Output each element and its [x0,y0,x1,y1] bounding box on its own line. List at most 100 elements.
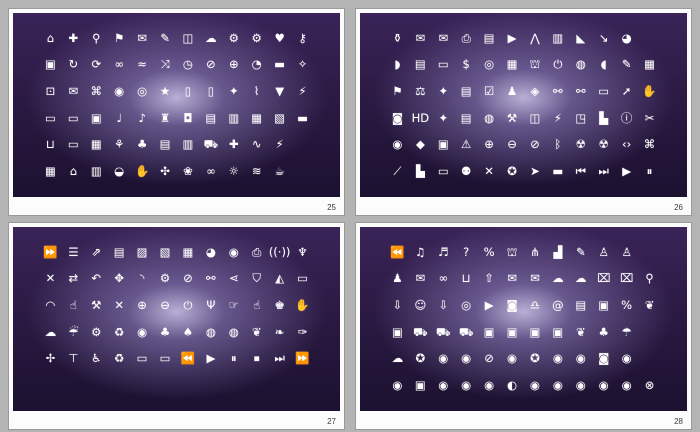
command-icon: ⌘ [643,137,656,152]
no-entry-icon: ⊘ [183,271,193,286]
institution-icon: ⛫ [506,244,518,259]
rewind-button-icon: ⏪ [180,351,196,366]
wave-icon: ≈ [137,57,147,72]
slide-thumbnail[interactable]: ⏪ ♫ ♬?% ⛫ ⋔ ▟ ✎ ♙ ♙ ♟ ✉ ∞ ⊔ ⇧ ✉ ✉ ☁ ☁ ⌧ ⌧ ⚲ ⇩ ☺ ⇩ ◎ ▶ ◙ ♎ @ ▤ ▣% ❦ ▣ ⛟ ⛟ ⛟ ▣… [355,222,692,430]
leaf-icon: ❦ [251,324,262,339]
bullseye-icon: ◎ [137,83,148,98]
tshirt-icon: ▼ [275,83,285,98]
city-icon: ▙ [415,163,425,178]
contact-book-icon: ▣ [437,137,449,152]
document-icon: ▤ [414,57,426,72]
drive-icon: ▬ [552,163,564,178]
building-icon: ▥ [90,163,102,178]
cart-empty-icon: ⛟ [458,324,474,339]
icon-grid: ⚱ ✉ ✉ ⎙ ▤ ▶ ⋀ ▥ ◣ ↘ ◕ ◗ ▤ ▭ $ ◎ ▦ ⛫ ⏻ ◍ ◖ ✎ ▦ ⚑ ⚖ ✦ ▤ ☑ ♟ ◈ ⚯ ⚯ ▭ ➚ ✋ ◙ HD ✦ ▤… [386,25,661,185]
battery-icon: ▭ [67,137,79,152]
recycle-icon: ♻ [114,324,125,339]
music-note-icon: ♪ [138,110,146,125]
cursor-icon: ➚ [621,83,632,98]
wifi-icon: ◠ [45,297,56,312]
film-icon: ▤ [159,137,171,152]
pointer-icon: ✧ [297,57,308,72]
eye-icon: ◉ [114,83,125,98]
cloud-upload-icon: ☁ [205,30,217,45]
bluetooth-icon: ᛒ [554,137,562,152]
factory-icon: ▙ [599,110,609,125]
monitor-icon: ▭ [45,110,56,125]
video-camera-icon: ▶ [484,297,494,312]
list-circle-icon: ◉ [598,377,609,392]
world-alt-icon: ◍ [205,324,216,339]
tree-alt-icon: ♣ [159,324,171,339]
hand-icon: ✋ [134,163,150,178]
lock-icon: ▣ [45,57,56,72]
focus-icon: ◫ [529,110,541,125]
thumbs-up-icon: ☝ [69,297,77,312]
earth-icon: ◍ [228,324,239,339]
slide-canvas: ⏩ ☰ ⇗ ▤ ▨ ▧ ▦ ◕ ◉ ⎙ ((·)) ♆ ✕ ⇄ ↶ ✥ ◝ ⚙ ⊘ ⚯ ⋖ ⛉ ◭ ▭ ◠ ☝ ⚒ ✕ ⊕ ⊖ ⏻ Ψ ☞ ☝ ♚ ✋… [13,227,340,411]
mail-icon: ✉ [68,83,79,98]
phone-icon: ▯ [207,83,215,98]
video-icon: ▶ [507,30,517,45]
code-icon: ‹› [622,137,632,152]
speaker-circle-icon: ◉ [392,377,403,392]
podcast-icon: ◉ [228,244,239,259]
page-number: 28 [674,417,683,426]
print-icon: ⎙ [252,244,262,259]
trophy-icon: ♜ [159,110,171,125]
calculator2-icon: ▦ [644,57,655,72]
disc-icon: ◉ [392,137,403,152]
slide-canvas: ⏪ ♫ ♬?% ⛫ ⋔ ▟ ✎ ♙ ♙ ♟ ✉ ∞ ⊔ ⇧ ✉ ✉ ☁ ☁ ⌧ ⌧ ⚲ ⇩ ☺ ⇩ ◎ ▶ ◙ ♎ @ ▤ ▣% ❦ ▣ ⛟ ⛟ ⛟ ▣… [360,227,687,411]
calendar-icon: ▦ [45,163,56,178]
next-button-icon: ⏭ [274,351,285,366]
radiation-icon: ☢ [575,137,586,152]
cloudy-icon: ☁ [44,324,57,339]
glasses-icon: ∞ [206,163,216,178]
padlock-icon: ▣ [598,297,610,312]
play-button-icon: ▶ [206,351,216,366]
layers-icon: ◳ [575,110,587,125]
basket-icon: ⛟ [413,324,428,339]
plus-circle-icon: ⊕ [484,137,494,152]
hand-cursor-icon: ☝ [253,297,261,312]
settings-circle-icon: ⚙ [159,271,171,286]
sprout-icon: ♠ [182,324,194,339]
at-sign-icon: @ [552,297,564,312]
slide-canvas: ⌂ ✚ ⚲ ⚑ ✉ ✎ ◫ ☁ ⚙ ⚙ ♥ ⚷ ▣ ↻ ⟳ ∞ ≈ ⤨ ◷ ⊘ ⊕ ◔ ▬ ✧ ⊡ ✉ ⌘ ◉ ◎ ★ ▯ ▯ ✦ ⌇ ▼ ⚡ ▭ ▭ ▣ ♩… [13,13,340,197]
trend-chart-icon: ↘ [598,30,609,45]
calculator-icon: ▦ [90,137,102,152]
piggy-bank-icon: ◗ [394,57,401,72]
cloud-chat-icon: ☁ [552,271,564,286]
pointing-hand-icon: ☞ [228,297,239,312]
infinity-alt-icon: ∞ [438,271,449,286]
close-circle-icon: ⊗ [644,377,655,392]
slide-thumbnail[interactable]: ⌂ ✚ ⚲ ⚑ ✉ ✎ ◫ ☁ ⚙ ⚙ ♥ ⚷ ▣ ↻ ⟳ ∞ ≈ ⤨ ◷ ⊘ ⊕ ◔ ▬ ✧ ⊡ ✉ ⌘ ◉ ◎ ★ ▯ ▯ ✦ ⌇ ▼ ⚡ ▭ ▭ ▣ ♩… [8,8,345,216]
tools-icon: ✕ [484,163,494,178]
area-chart-icon: ◣ [576,30,586,45]
slide-thumbnail[interactable]: ⚱ ✉ ✉ ⎙ ▤ ▶ ⋀ ▥ ◣ ↘ ◕ ◗ ▤ ▭ $ ◎ ▦ ⛫ ⏻ ◍ ◖ ✎ ▦ ⚑ ⚖ ✦ ▤ ☑ ♟ ◈ ⚯ ⚯ ▭ ➚ ✋ ◙ HD ✦ ▤… [355,8,692,216]
badge-circle-icon: ✪ [530,351,540,366]
tag-icon: ⌘ [90,83,103,98]
sun-icon: ☼ [228,163,239,178]
key-icon: ⚷ [298,30,307,45]
tray-icon: ⊔ [45,137,55,152]
crossed-tools-icon: ✕ [45,271,56,286]
stopwatch-icon: ◔ [251,57,262,72]
dropper-icon: ⟋ [393,163,402,178]
bin-alt-icon: ⌧ [619,271,634,286]
plug-icon: ⚘ [114,137,125,152]
power-off-icon: ⏻ [183,297,193,312]
target-icon: ⊕ [228,57,239,72]
letter-icon: ✉ [415,30,426,45]
skip-back-icon: ⏮ [575,163,586,178]
fire-circle-icon: ◉ [507,351,518,366]
slide-thumbnail[interactable]: ⏩ ☰ ⇗ ▤ ▨ ▧ ▦ ◕ ◉ ⎙ ((·)) ♆ ✕ ⇄ ↶ ✥ ◝ ⚙ ⊘ ⚯ ⋖ ⛉ ◭ ▭ ◠ ☝ ⚒ ✕ ⊕ ⊖ ⏻ Ψ ☞ ☝ ♚ ✋… [8,222,345,430]
nuclear-icon: ☢ [598,137,609,152]
feather-icon: ✑ [297,324,308,339]
shuffle-icon: ⤨ [160,57,170,72]
open-mail-icon: ✉ [438,30,449,45]
printer-icon: ⎙ [461,30,471,45]
star-circle-icon: ✪ [415,351,426,366]
box-3d-icon: ◆ [415,137,425,152]
coffee-cup-icon: ☕ [274,163,285,178]
